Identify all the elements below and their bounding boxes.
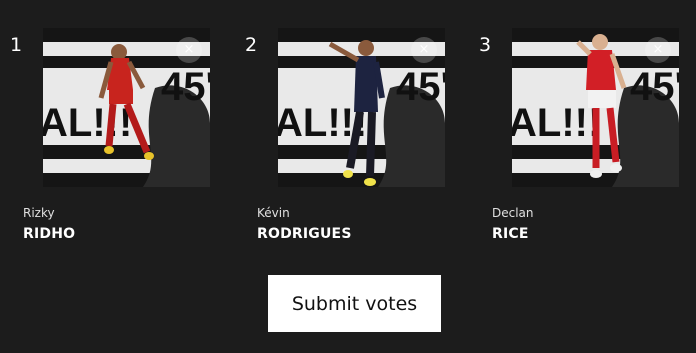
remove-icon[interactable]: × <box>176 37 202 63</box>
player-last-name: RIDHO <box>23 226 76 242</box>
player-card[interactable]: AL!!! 45' × <box>278 28 445 187</box>
card-art-left-text: AL!!! <box>512 101 601 145</box>
player-card[interactable]: AL!!! 45' × <box>43 28 210 187</box>
card-art-right-text: 45' <box>630 65 679 109</box>
remove-icon[interactable]: × <box>411 37 437 63</box>
card-art-right-text: 45' <box>396 65 445 109</box>
player-first-name: Rizky <box>23 206 55 220</box>
remove-icon[interactable]: × <box>645 37 671 63</box>
candidate-2: 2 AL!!! 45' × Kévin RODRIGUES <box>245 0 455 260</box>
player-first-name: Declan <box>492 206 534 220</box>
player-first-name: Kévin <box>257 206 290 220</box>
card-art-left-text: AL!!! <box>43 101 132 145</box>
rank-number: 2 <box>245 34 258 56</box>
card-art-right-text: 45' <box>161 65 210 109</box>
player-card[interactable]: AL!!! 45' × <box>512 28 679 187</box>
player-last-name: RICE <box>492 226 529 242</box>
submit-votes-button[interactable]: Submit votes <box>268 275 441 332</box>
candidate-1: 1 AL!!! 45' × Rizky RIDHO <box>10 0 220 260</box>
rank-number: 1 <box>10 34 23 56</box>
candidate-3: 3 AL!!! 45' × Declan RICE <box>479 0 689 260</box>
rank-number: 3 <box>479 34 492 56</box>
player-last-name: RODRIGUES <box>257 226 352 242</box>
